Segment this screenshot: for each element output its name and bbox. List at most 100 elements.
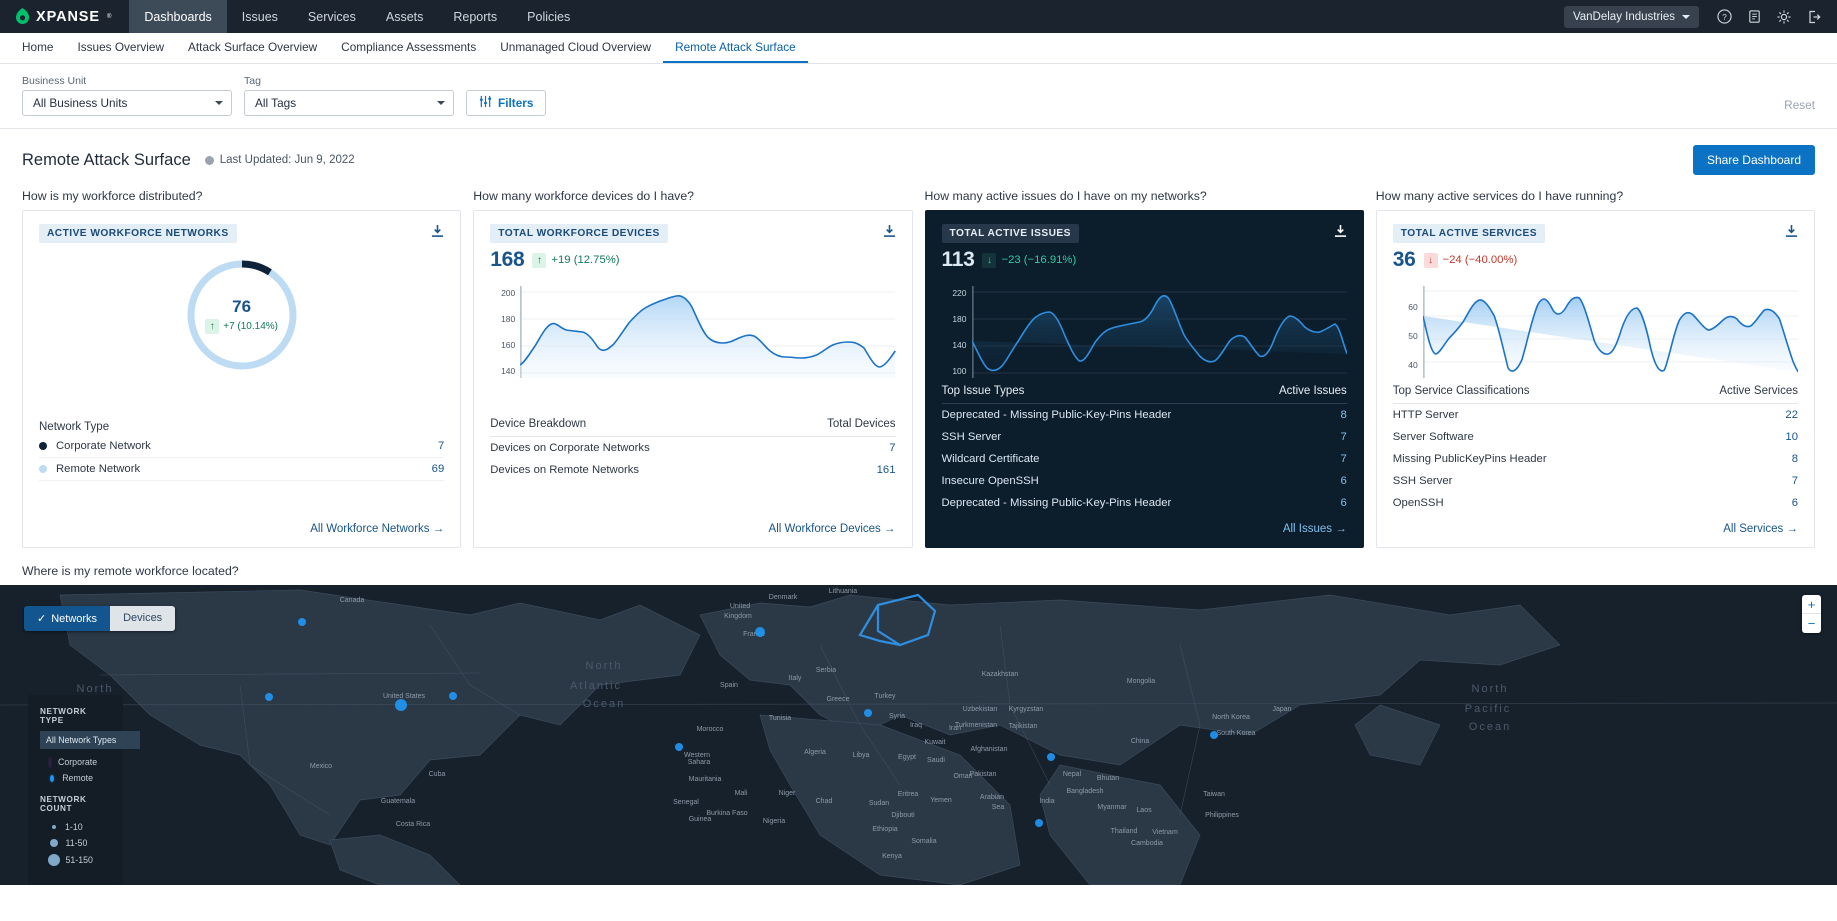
table-row[interactable]: Wildcard Certificate 7 bbox=[942, 448, 1347, 470]
download-icon[interactable] bbox=[883, 224, 896, 243]
all-issues-link[interactable]: All Issues → bbox=[1283, 515, 1347, 535]
all-workforce-devices-link[interactable]: All Workforce Devices → bbox=[769, 515, 896, 535]
table-row[interactable]: Missing PublicKeyPins Header 8 bbox=[1393, 448, 1798, 470]
table-row[interactable]: OpenSSH 6 bbox=[1393, 492, 1798, 514]
map-toggle-networks[interactable]: ✓ Networks bbox=[24, 606, 111, 631]
map-network-marker[interactable] bbox=[449, 692, 457, 700]
tag-select[interactable]: All Tags bbox=[244, 90, 454, 116]
business-unit-select[interactable]: All Business Units bbox=[22, 90, 232, 116]
row-label: Deprecated - Missing Public-Key-Pins Hea… bbox=[941, 496, 1172, 509]
table-row[interactable]: Remote Network 69 bbox=[39, 458, 445, 481]
row-label: Insecure OpenSSH bbox=[941, 474, 1039, 487]
row-value: 7 bbox=[1791, 474, 1798, 487]
subnav-item-attack-surface-overview[interactable]: Attack Surface Overview bbox=[176, 33, 329, 63]
nav-item-assets[interactable]: Assets bbox=[371, 0, 439, 33]
devices-kpi-value: 168 bbox=[490, 248, 525, 271]
link-label: All Workforce Devices bbox=[768, 523, 881, 535]
subnav-item-issues-overview[interactable]: Issues Overview bbox=[65, 33, 176, 63]
nav-item-dashboards[interactable]: Dashboards bbox=[129, 0, 227, 33]
table-row[interactable]: Corporate Network 7 bbox=[39, 435, 445, 458]
download-icon[interactable] bbox=[431, 224, 444, 243]
table-row[interactable]: Deprecated - Missing Public-Key-Pins Hea… bbox=[942, 404, 1347, 426]
table-row[interactable]: SSH Server 7 bbox=[1393, 470, 1798, 492]
row-label: SSH Server bbox=[941, 430, 1002, 443]
brand-logo[interactable]: XPANSE ® bbox=[0, 0, 129, 33]
business-unit-value: All Business Units bbox=[33, 96, 128, 110]
subnav-item-remote-attack-surface[interactable]: Remote Attack Surface bbox=[663, 33, 808, 63]
row-value: 6 bbox=[1340, 496, 1347, 509]
issues-kpi-value: 113 bbox=[941, 248, 975, 271]
map-zoom-out-button[interactable]: − bbox=[1802, 614, 1821, 633]
nav-item-reports[interactable]: Reports bbox=[438, 0, 512, 33]
map-zoom-in-button[interactable]: + bbox=[1802, 595, 1821, 614]
gear-icon[interactable] bbox=[1771, 4, 1797, 30]
business-unit-label: Business Unit bbox=[22, 75, 87, 87]
nav-item-policies[interactable]: Policies bbox=[512, 0, 585, 33]
table-row[interactable]: Devices on Corporate Networks 7 bbox=[490, 437, 895, 459]
map-network-marker[interactable] bbox=[395, 699, 407, 711]
issues-card-question: How many active issues do I have on my n… bbox=[924, 189, 1207, 203]
network-type-list-header: Network Type bbox=[39, 416, 444, 435]
map-network-marker[interactable] bbox=[864, 709, 872, 717]
y-tick: 200 bbox=[501, 288, 516, 298]
filters-button[interactable]: Filters bbox=[466, 90, 547, 116]
row-value: 161 bbox=[876, 463, 896, 476]
document-icon[interactable] bbox=[1741, 4, 1767, 30]
map-network-marker[interactable] bbox=[1210, 731, 1218, 739]
table-row[interactable]: HTTP Server 22 bbox=[1393, 404, 1798, 426]
chevron-down-icon bbox=[215, 101, 223, 105]
row-label: Missing PublicKeyPins Header bbox=[1392, 452, 1547, 465]
legend-count-row-1: 1-10 bbox=[40, 819, 93, 835]
share-dashboard-button[interactable]: Share Dashboard bbox=[1692, 145, 1815, 175]
last-updated-text: Last Updated: Jun 9, 2022 bbox=[219, 154, 355, 166]
row-value: 69 bbox=[431, 462, 445, 475]
all-workforce-networks-link[interactable]: All Workforce Networks → bbox=[310, 515, 444, 535]
reset-button[interactable]: Reset bbox=[1784, 98, 1815, 116]
arrow-up-icon: ↑ bbox=[205, 318, 220, 334]
subnav-item-unmanaged-cloud-overview[interactable]: Unmanaged Cloud Overview bbox=[488, 33, 663, 63]
legend-count-3-label: 51-150 bbox=[65, 855, 93, 865]
help-icon[interactable]: ? bbox=[1711, 4, 1737, 30]
all-services-link[interactable]: All Services → bbox=[1723, 515, 1798, 535]
filters-button-label: Filters bbox=[498, 96, 534, 110]
table-row[interactable]: Devices on Remote Networks 161 bbox=[490, 459, 895, 481]
nav-item-services[interactable]: Services bbox=[293, 0, 371, 33]
map-network-marker[interactable] bbox=[265, 693, 273, 701]
map-network-marker[interactable] bbox=[675, 743, 683, 751]
table-row[interactable]: Server Software 10 bbox=[1393, 426, 1798, 448]
issues-card-column: How many active issues do I have on my n… bbox=[924, 189, 1364, 548]
map-network-marker[interactable] bbox=[1047, 753, 1055, 761]
legend-row-remote[interactable]: Remote bbox=[40, 770, 93, 786]
logout-icon[interactable] bbox=[1801, 4, 1827, 30]
remote-workforce-map[interactable]: Canada United States Mexico Cuba Guatemala Co… bbox=[0, 585, 1837, 885]
table-row[interactable]: Deprecated - Missing Public-Key-Pins Hea… bbox=[942, 492, 1347, 514]
nav-item-issues[interactable]: Issues bbox=[227, 0, 293, 33]
map-toggle-devices[interactable]: Devices bbox=[110, 606, 176, 631]
subnav-item-compliance-assessments[interactable]: Compliance Assessments bbox=[329, 33, 488, 63]
page-title: Remote Attack Surface bbox=[22, 150, 191, 169]
legend-dot-corporate bbox=[39, 441, 47, 450]
legend-row-corporate[interactable]: Corporate bbox=[40, 754, 97, 770]
legend-all-network-types[interactable]: All Network Types bbox=[40, 731, 140, 749]
org-switcher[interactable]: VanDelay Industries bbox=[1563, 5, 1699, 28]
table-row[interactable]: SSH Server 7 bbox=[942, 426, 1347, 448]
subnav-item-home[interactable]: Home bbox=[10, 33, 65, 63]
services-spark-svg bbox=[1422, 286, 1798, 378]
row-label: Wildcard Certificate bbox=[941, 452, 1040, 465]
download-icon[interactable] bbox=[1334, 224, 1347, 243]
map-network-marker[interactable] bbox=[298, 618, 306, 626]
table-row[interactable]: Insecure OpenSSH 6 bbox=[942, 470, 1347, 492]
row-value: 10 bbox=[1785, 430, 1798, 443]
download-icon[interactable] bbox=[1785, 224, 1798, 243]
devices-spark-svg bbox=[520, 286, 896, 378]
brand-trademark: ® bbox=[106, 13, 112, 20]
legend-spacer bbox=[40, 786, 93, 795]
issues-header-right: Active Issues bbox=[1279, 384, 1347, 397]
legend-count-row-3: 51-150 bbox=[40, 851, 93, 869]
map-network-marker[interactable] bbox=[1035, 819, 1043, 827]
kpi-card-row: How is my workforce distributed? ACTIVE … bbox=[22, 189, 1815, 548]
map-network-marker[interactable] bbox=[755, 627, 765, 637]
row-value: 8 bbox=[1340, 408, 1347, 421]
top-issue-types-list: Top Issue Types Active Issues Deprecated… bbox=[941, 380, 1347, 514]
arrow-down-icon: ↓ bbox=[982, 252, 997, 268]
